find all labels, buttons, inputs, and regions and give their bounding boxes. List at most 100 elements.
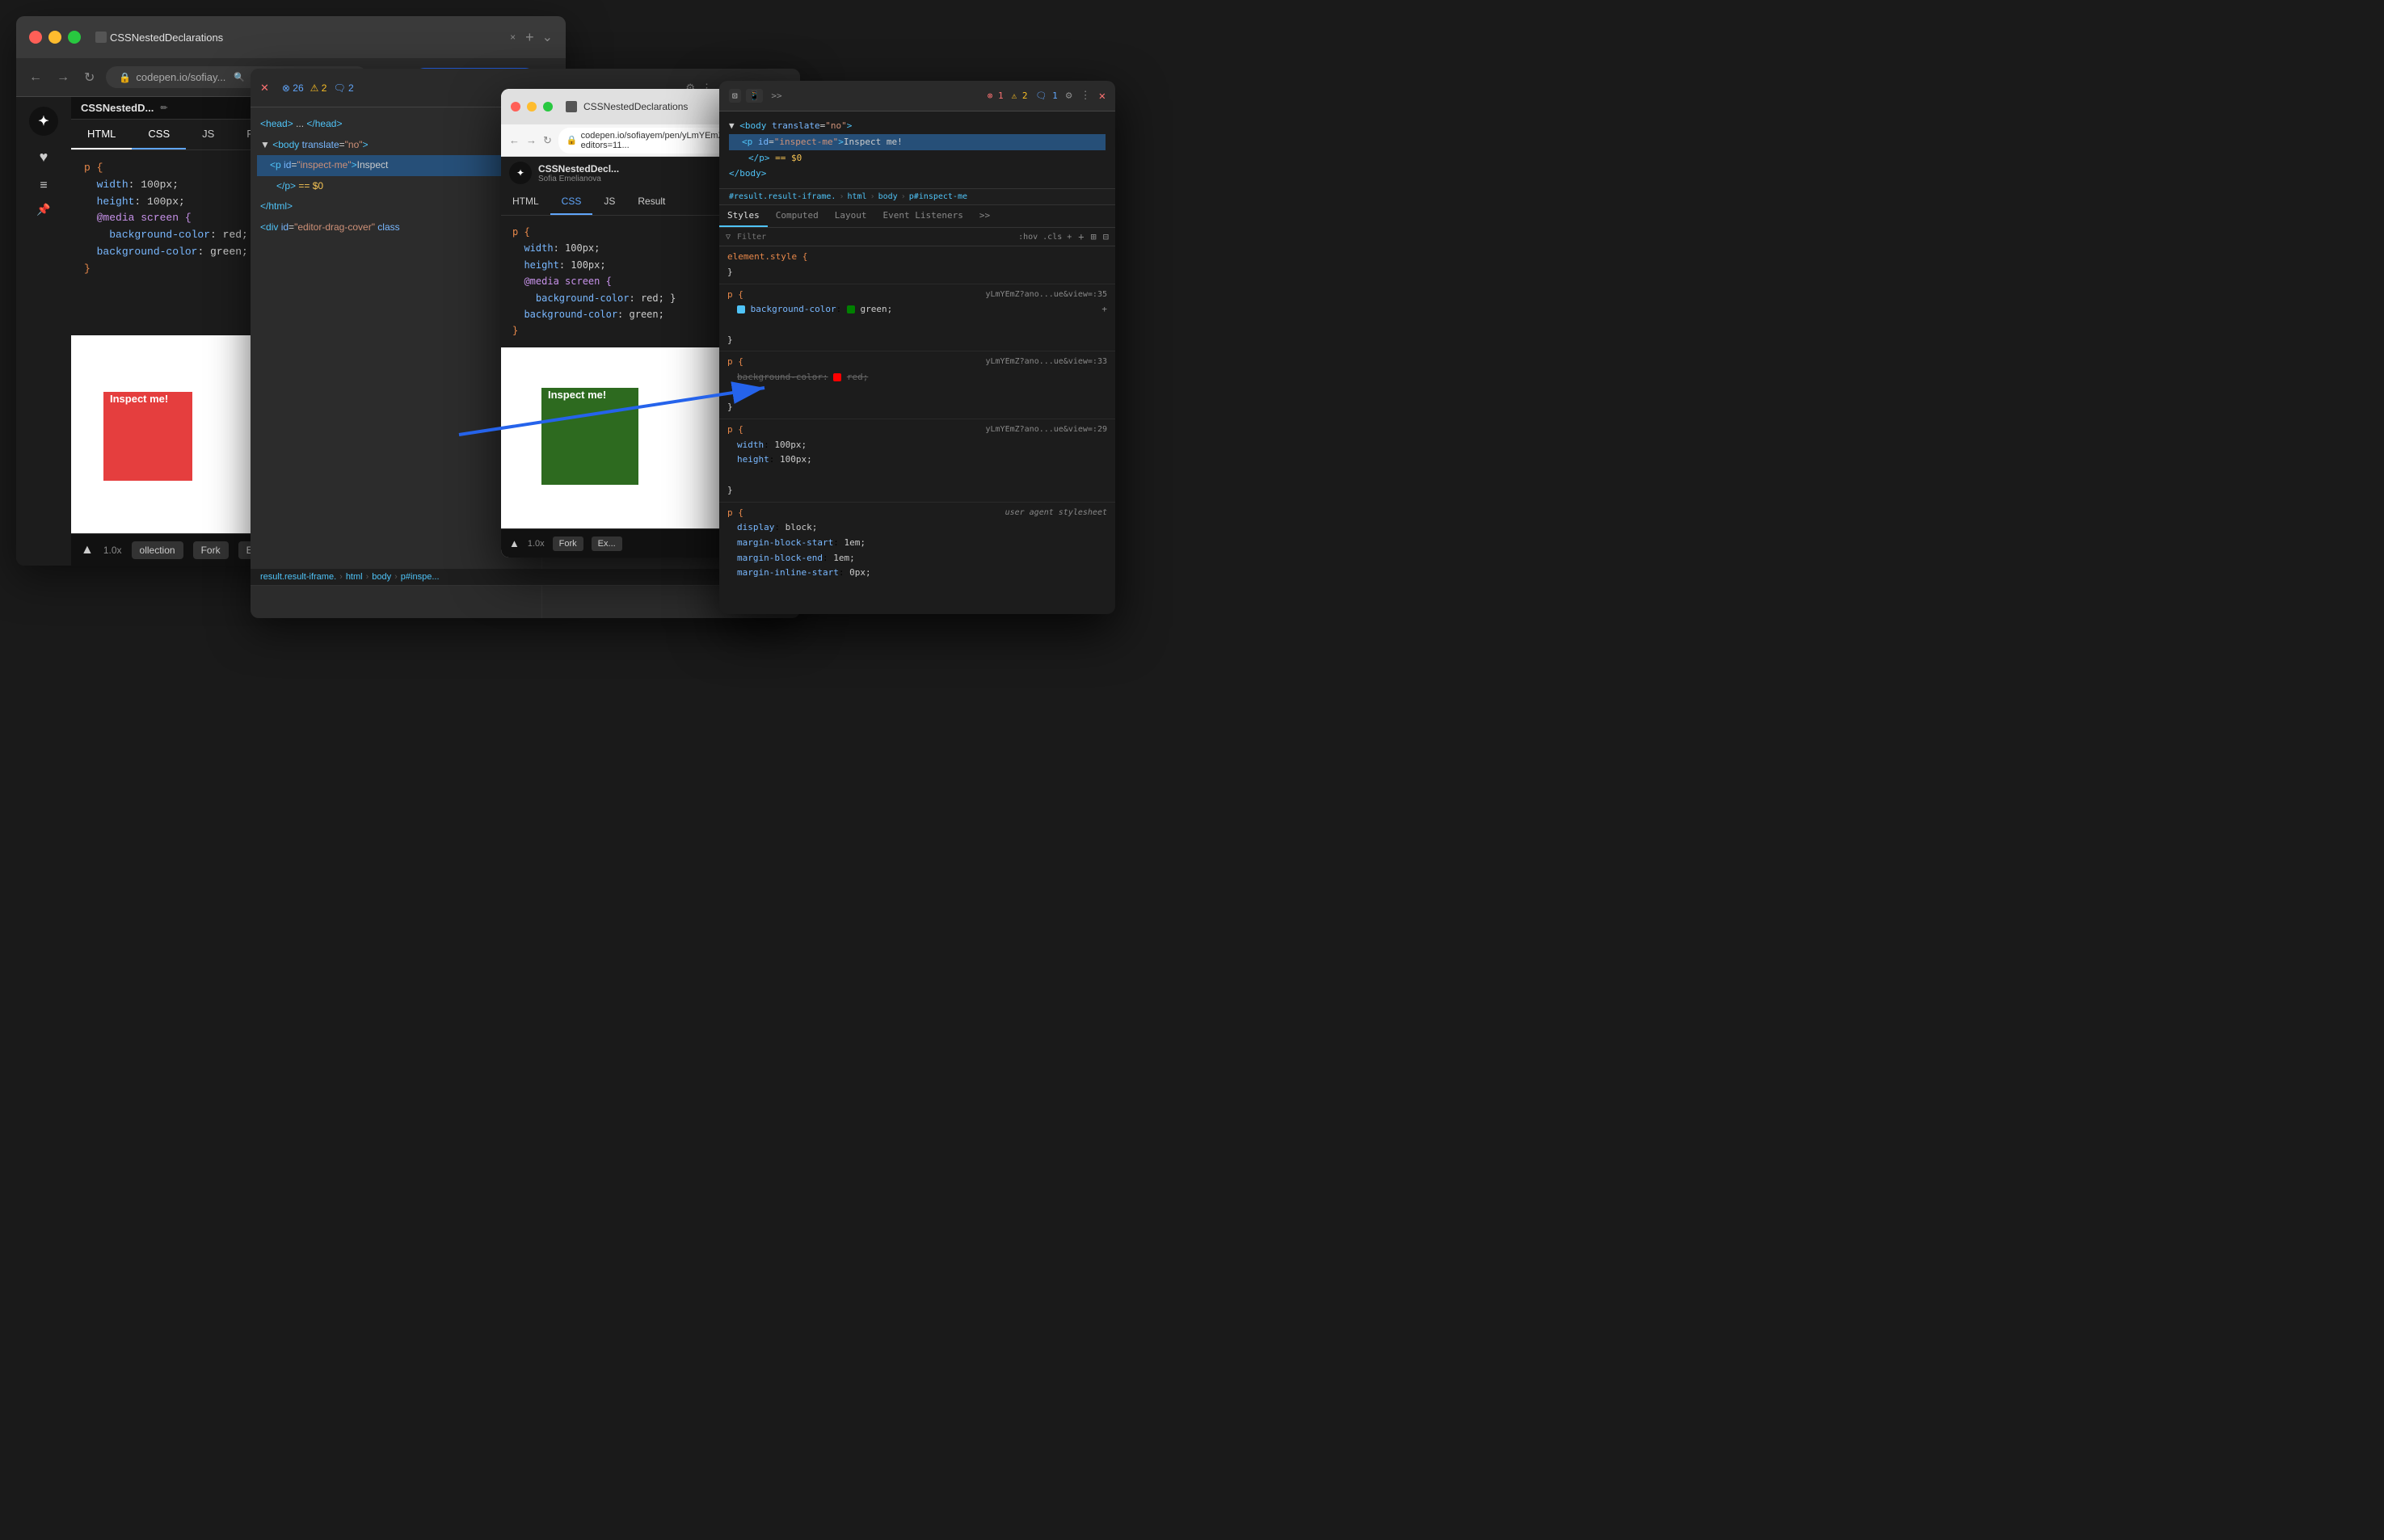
info-count: 🗨 2 [333, 82, 353, 94]
dt-html-line-3: </p> == $0 [729, 150, 1106, 166]
dt-tab-layout[interactable]: Layout [827, 205, 875, 227]
tab-favicon [95, 32, 107, 43]
bc-sep-1: › [339, 572, 343, 582]
dt-front-settings-icon[interactable]: ⚙ [1066, 90, 1072, 102]
breadcrumb-item-3[interactable]: body [372, 572, 391, 582]
w3-cp-title: CSSNestedDecl... Sofia Emelianova [538, 163, 619, 183]
dt-bc-4[interactable]: p#inspect-me [909, 192, 967, 201]
w3-fork-btn[interactable]: Fork [553, 536, 583, 551]
maximize-button[interactable] [68, 31, 81, 44]
dt-inspect-icon[interactable]: ⊡ [729, 89, 741, 103]
w3-close-btn[interactable] [511, 102, 520, 112]
collapse-icon[interactable]: ▲ [81, 543, 94, 558]
dt-bc-1[interactable]: #result.result-iframe. [729, 192, 836, 201]
dt-add-rule-icon[interactable]: + [1078, 231, 1084, 242]
w3-zoom: 1.0x [528, 539, 545, 549]
title-bar-1: CSSNestedDeclarations × + ⌄ [16, 16, 566, 58]
dt-rule-source-dims: yLmYEmZ?ano...ue&view=:29 [985, 423, 1107, 436]
ht-selected-line[interactable]: <p id="inspect-me">Inspect [257, 155, 535, 176]
w3-export-btn[interactable]: Ex... [592, 536, 622, 551]
dt-val-height: 100px; [780, 454, 812, 465]
dt-bc-2[interactable]: html [847, 192, 866, 201]
inspect-element[interactable]: Inspect me! [103, 392, 192, 481]
dt-rule-close-0: } [727, 267, 733, 277]
dt-swatch-red [833, 373, 841, 381]
heart-icon[interactable]: ♥ [40, 149, 48, 166]
dt-tab-more[interactable]: >> [971, 205, 998, 227]
w3-inspect-element[interactable]: Inspect me! [541, 388, 638, 485]
dt-val-red-strike: red; [847, 372, 869, 382]
w3-cp-logo: ✦ [509, 162, 532, 184]
refresh-button[interactable]: ↻ [81, 66, 98, 89]
close-button[interactable] [29, 31, 42, 44]
tab-css[interactable]: CSS [132, 120, 186, 149]
search-icon[interactable]: 🔍 [234, 72, 245, 82]
dt-front-warning: ⚠ 2 [1012, 90, 1028, 101]
devtools-close-icon[interactable]: ✕ [260, 82, 269, 95]
devtools-panel-front: ⊡ 📱 >> ⊗ 1 ⚠ 2 🗨 1 ⚙ ⋮ ✕ ▼ <body transla… [719, 81, 1115, 614]
w3-fwd-btn[interactable]: → [526, 134, 537, 146]
dt-rule-sel-red: p { [727, 356, 743, 367]
w3-collapse-icon[interactable]: ▲ [509, 537, 520, 549]
dt-tab-computed[interactable]: Computed [768, 205, 827, 227]
dt-tab-events[interactable]: Event Listeners [874, 205, 971, 227]
breadcrumb-item-2[interactable]: html [346, 572, 363, 582]
dt-more-tools-btn[interactable]: >> [768, 89, 785, 103]
breadcrumb-item-4[interactable]: p#inspe... [401, 572, 440, 582]
fork-button[interactable]: Fork [193, 541, 229, 559]
error-count: ⊗ 26 [282, 82, 304, 94]
dt-front-more-icon[interactable]: ⋮ [1080, 90, 1091, 102]
new-tab-button[interactable]: + [525, 29, 534, 46]
minimize-button[interactable] [48, 31, 61, 44]
fork-label: Fork [201, 545, 221, 556]
dt-filter-input[interactable] [737, 233, 1012, 242]
w3-tab-js[interactable]: JS [592, 189, 626, 215]
w3-back-btn[interactable]: ← [509, 134, 520, 146]
dt-bc-sep-3: › [901, 192, 906, 201]
w3-tab-result[interactable]: Result [626, 189, 676, 215]
dt-front-close-icon[interactable]: ✕ [1099, 90, 1106, 103]
dt-rule-sel-ua: p { [727, 507, 743, 518]
w3-pen-name: CSSNestedDecl... [538, 163, 619, 175]
inspect-text: Inspect me! [103, 386, 175, 411]
back-button[interactable]: ← [26, 67, 45, 88]
w3-url-field[interactable]: 🔒 codepen.io/sofiayem/pen/yLmYEmZ?editor… [558, 128, 737, 154]
dt-rule-decl-green: background-color: green; + [737, 302, 1107, 318]
dt-rule-p-red: yLmYEmZ?ano...ue&view=:33 p { background… [719, 351, 1115, 419]
dt-copy-icon[interactable]: ⊞ [1091, 231, 1097, 242]
dt-prop-green: background-color [751, 304, 836, 314]
tab-title: CSSNestedDeclarations [110, 32, 223, 44]
tab-html[interactable]: HTML [71, 120, 132, 149]
dt-rule-close-dims: } [727, 485, 733, 495]
w3-min-btn[interactable] [527, 102, 537, 112]
dt-front-breadcrumb: #result.result-iframe. › html › body › p… [719, 189, 1115, 205]
edit-pen-name-icon[interactable]: ✏ [160, 103, 167, 113]
bc-sep-3: › [394, 572, 398, 582]
dt-device-icon[interactable]: 📱 [746, 89, 764, 103]
forward-button[interactable]: → [53, 67, 73, 88]
dt-tab-styles[interactable]: Styles [719, 205, 768, 227]
w3-tab-html[interactable]: HTML [501, 189, 550, 215]
window-menu-icon[interactable]: ⌄ [542, 29, 553, 45]
dt-pseudo-cls[interactable]: :hov .cls + [1018, 233, 1072, 242]
dt-front-header: ⊡ 📱 >> ⊗ 1 ⚠ 2 🗨 1 ⚙ ⋮ ✕ [719, 81, 1115, 112]
dt-tool-icons: ⊡ 📱 >> [729, 89, 786, 103]
tab-close-icon[interactable]: × [510, 32, 516, 43]
breadcrumb-item-1[interactable]: result.result-iframe. [260, 572, 336, 582]
collection-button[interactable]: ollection [132, 541, 183, 559]
ht-line-2: ▼ <body translate="no"> [257, 135, 535, 156]
tab-js[interactable]: JS [186, 120, 230, 149]
dt-html-line-2-selected[interactable]: <p id="inspect-me">Inspect me! [729, 134, 1106, 150]
dt-ua-decl-display: display: block; [737, 520, 1107, 536]
menu-icon[interactable]: ≡ [40, 179, 47, 193]
dt-add-prop-btn[interactable]: + [1101, 302, 1107, 318]
dt-bc-3[interactable]: body [878, 192, 898, 201]
w3-max-btn[interactable] [543, 102, 553, 112]
dt-layout-icon[interactable]: ⊟ [1103, 231, 1109, 242]
pin-icon[interactable]: 📌 [36, 203, 50, 217]
w3-refresh-btn[interactable]: ↻ [543, 134, 552, 147]
w3-tab-css[interactable]: CSS [550, 189, 593, 215]
dt-checkbox-green[interactable] [737, 305, 745, 313]
html-tree: <head> ... </head> ▼ <body translate="no… [257, 114, 535, 238]
ht-line-1: <head> ... </head> [257, 114, 535, 135]
